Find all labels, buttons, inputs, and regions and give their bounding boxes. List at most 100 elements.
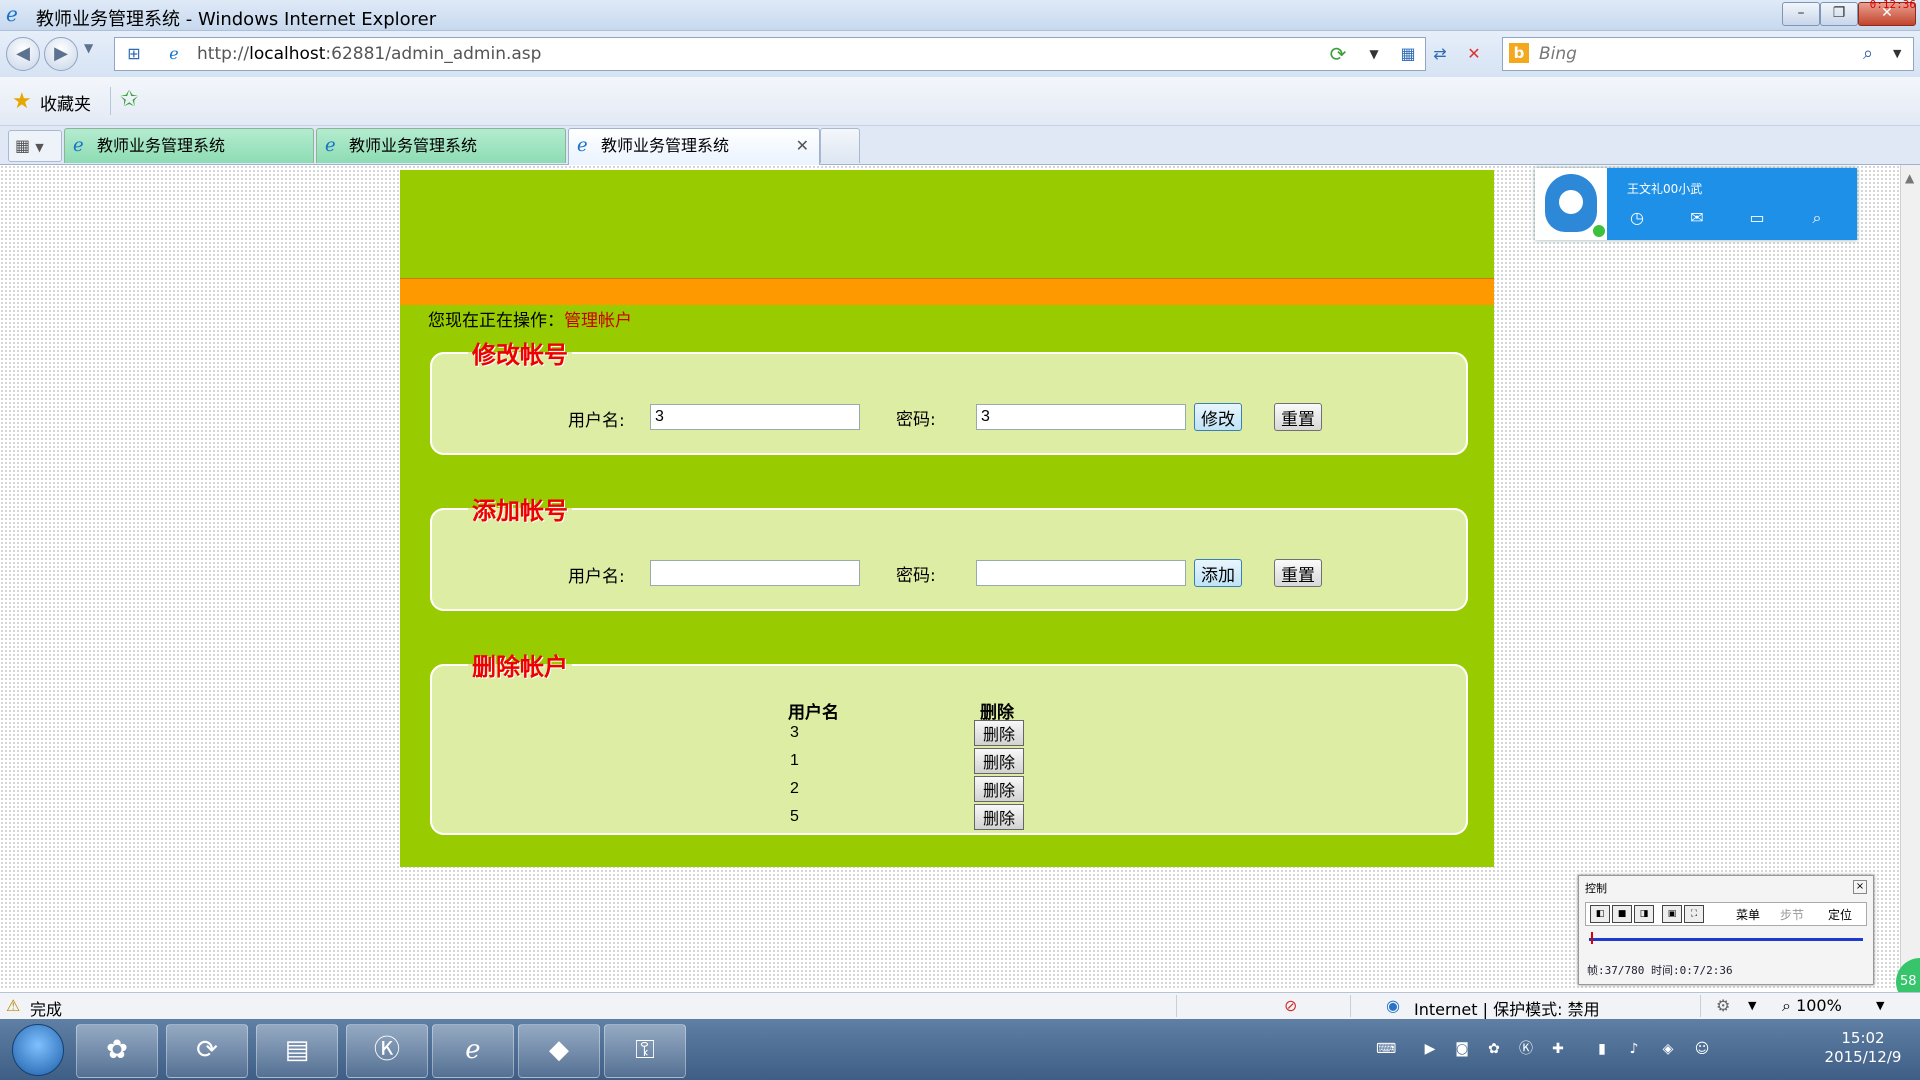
bing-logo-icon: b xyxy=(1509,43,1529,63)
address-dropdown-icon[interactable]: ▼ xyxy=(1363,44,1385,64)
back-button[interactable]: ◀ xyxy=(6,37,40,71)
modify-password-input[interactable] xyxy=(976,404,1186,430)
compat-view-icon[interactable]: ▦ xyxy=(1397,44,1419,64)
modify-reset-button[interactable]: 重置 xyxy=(1274,403,1322,431)
scroll-up-icon[interactable]: ▲ xyxy=(1905,171,1914,185)
add-submit-button[interactable]: 添加 xyxy=(1194,559,1242,587)
clock-time: 15:02 xyxy=(1841,1029,1885,1047)
player-progress-marker[interactable] xyxy=(1591,932,1593,944)
add-favorite-icon[interactable]: ✩ xyxy=(120,87,138,112)
maximize-button[interactable]: ❐ xyxy=(1820,2,1858,26)
modify-submit-button[interactable]: 修改 xyxy=(1194,403,1242,431)
forward-button[interactable]: ▶ xyxy=(44,37,78,71)
favorites-label[interactable]: 收藏夹 xyxy=(40,90,91,115)
player-fullscreen-icon[interactable]: ⛶ xyxy=(1684,905,1704,923)
new-tab-button[interactable] xyxy=(820,128,860,163)
player-close-icon[interactable]: × xyxy=(1853,880,1867,894)
zoom-level[interactable]: ⌕ 100% xyxy=(1782,996,1842,1016)
player-prev-icon[interactable]: ◧ xyxy=(1590,905,1610,923)
online-status-icon xyxy=(1592,224,1606,238)
taskbar-ie-icon[interactable]: ℯ xyxy=(432,1024,514,1078)
address-bar[interactable]: ⊞ ℯ http://localhost:62881/admin_admin.a… xyxy=(114,37,1481,71)
player-window-icon[interactable]: ▣ xyxy=(1662,905,1682,923)
tracking-icon[interactable]: ⚙ xyxy=(1716,996,1730,1015)
tray-plus-icon[interactable]: ✚ xyxy=(1548,1039,1568,1059)
taskbar-clock[interactable]: 15:02 2015/12/9 xyxy=(1808,1029,1918,1067)
start-button[interactable] xyxy=(12,1024,64,1076)
clock-date: 2015/12/9 xyxy=(1824,1048,1902,1066)
minimize-button[interactable]: – xyxy=(1782,2,1820,26)
player-next-icon[interactable]: ◨ xyxy=(1634,905,1654,923)
breadcrumb-current[interactable]: 管理帐户 xyxy=(564,311,632,331)
vertical-scrollbar[interactable]: ▲ xyxy=(1900,165,1920,990)
tray-volume-icon[interactable]: ♪ xyxy=(1624,1039,1644,1059)
favorites-star-icon[interactable]: ★ xyxy=(12,89,32,114)
player-progress-track[interactable] xyxy=(1589,938,1863,941)
tray-play-icon[interactable]: ▶ xyxy=(1420,1039,1440,1059)
taskbar-explorer-icon[interactable]: ▤ xyxy=(256,1024,338,1078)
mail-icon[interactable]: ✉ xyxy=(1687,208,1707,228)
player-menu-button[interactable]: 菜单 xyxy=(1736,906,1760,923)
modify-username-input[interactable] xyxy=(650,404,860,430)
zoom-dropdown-icon[interactable]: ▼ xyxy=(1876,999,1884,1012)
qq-widget[interactable]: 王文礼00小武 ◷ ✉ ▭ ⌕ xyxy=(1535,168,1857,240)
delete-row-button[interactable]: 删除 xyxy=(974,748,1024,774)
search-placeholder[interactable]: Bing xyxy=(1539,44,1577,64)
add-password-label: 密码: xyxy=(896,566,936,586)
qq-avatar[interactable] xyxy=(1535,168,1607,240)
tab-2[interactable]: ℯ 教师业务管理系统 xyxy=(316,128,566,163)
compatibility-icon[interactable]: ⟳ xyxy=(1327,44,1349,64)
add-reset-button[interactable]: 重置 xyxy=(1274,559,1322,587)
history-dropdown-icon[interactable]: ▼ xyxy=(84,41,93,55)
tray-keyboard-icon[interactable]: ⌨ xyxy=(1376,1039,1396,1059)
status-text: 完成 xyxy=(30,1000,63,1019)
back-arrow-icon: ◀ xyxy=(16,43,30,64)
quick-tabs-button[interactable]: ▦ ▼ xyxy=(8,130,62,162)
taskbar-media-icon[interactable]: ◆ xyxy=(518,1024,600,1078)
taskbar-app-colors-icon[interactable]: ✿ xyxy=(76,1024,158,1078)
taskbar-app-refresh-icon[interactable]: ⟳ xyxy=(166,1024,248,1078)
tab-close-icon[interactable]: ✕ xyxy=(796,129,809,163)
player-stop-icon[interactable]: ■ xyxy=(1612,905,1632,923)
delete-row-button[interactable]: 删除 xyxy=(974,720,1024,746)
popup-blocker-icon[interactable]: ⊘ xyxy=(1284,996,1297,1015)
player-locate-button[interactable]: 定位 xyxy=(1828,906,1852,923)
security-zone-text[interactable]: Internet | 保护模式: 禁用 xyxy=(1414,996,1600,1020)
new-tab-icon[interactable]: ⊞ xyxy=(123,44,145,64)
add-account-panel: 添加帐号 用户名: 密码: 添加 重置 xyxy=(430,491,1468,611)
qq-penguin-icon xyxy=(1545,174,1597,232)
chevron-down-icon: ▼ xyxy=(35,141,44,154)
search-dropdown-icon[interactable]: ▼ xyxy=(1893,47,1901,60)
qq-status-icon[interactable]: ◷ xyxy=(1627,208,1647,228)
tab-3-active[interactable]: ℯ 教师业务管理系统 ✕ xyxy=(568,128,820,165)
address-url[interactable]: http://localhost:62881/admin_admin.asp xyxy=(197,44,541,64)
stop-icon[interactable]: ✕ xyxy=(1463,44,1485,64)
taskbar-k-app-icon[interactable]: Ⓚ xyxy=(346,1024,428,1078)
tray-qq-icon[interactable]: ☺ xyxy=(1692,1039,1712,1059)
navigation-bar: ◀ ▶ ▼ ⊞ ℯ http://localhost:62881/admin_a… xyxy=(0,31,1920,77)
add-username-input[interactable] xyxy=(650,560,860,586)
calendar-icon[interactable]: ▭ xyxy=(1747,208,1767,228)
tab-1[interactable]: ℯ 教师业务管理系统 xyxy=(64,128,314,163)
tray-shield-icon[interactable]: ◈ xyxy=(1658,1039,1678,1059)
column-header-username: 用户名 xyxy=(788,703,839,723)
refresh-icon[interactable]: ⇄ xyxy=(1429,44,1451,64)
tab-label: 教师业务管理系统 xyxy=(97,136,226,155)
add-password-input[interactable] xyxy=(976,560,1186,586)
tray-camera-icon[interactable]: ◙ xyxy=(1452,1039,1472,1059)
tray-app-icon[interactable]: ✿ xyxy=(1484,1039,1504,1059)
search-box[interactable]: b Bing ⌕ ▼ xyxy=(1502,37,1914,71)
search-icon[interactable]: ⌕ xyxy=(1863,43,1873,64)
delete-row-button[interactable]: 删除 xyxy=(974,776,1024,802)
delete-account-panel: 删除帐户 用户名 删除 3 删除 1 删除 2 删除 5 删除 xyxy=(430,647,1468,835)
delete-row-button[interactable]: 删除 xyxy=(974,804,1024,830)
tray-network-icon[interactable]: ▮ xyxy=(1592,1039,1612,1059)
qq-nickname: 王文礼00小武 xyxy=(1627,182,1703,196)
ie-logo-icon: ℯ xyxy=(6,2,18,26)
tray-k-icon[interactable]: Ⓚ xyxy=(1516,1039,1536,1059)
chevron-down-icon[interactable]: ▼ xyxy=(1748,999,1756,1012)
taskbar-access-icon[interactable]: ⚿ xyxy=(604,1024,686,1078)
search-icon[interactable]: ⌕ xyxy=(1807,208,1827,228)
row-username: 1 xyxy=(790,752,799,769)
player-step-button[interactable]: 步节 xyxy=(1780,906,1804,923)
